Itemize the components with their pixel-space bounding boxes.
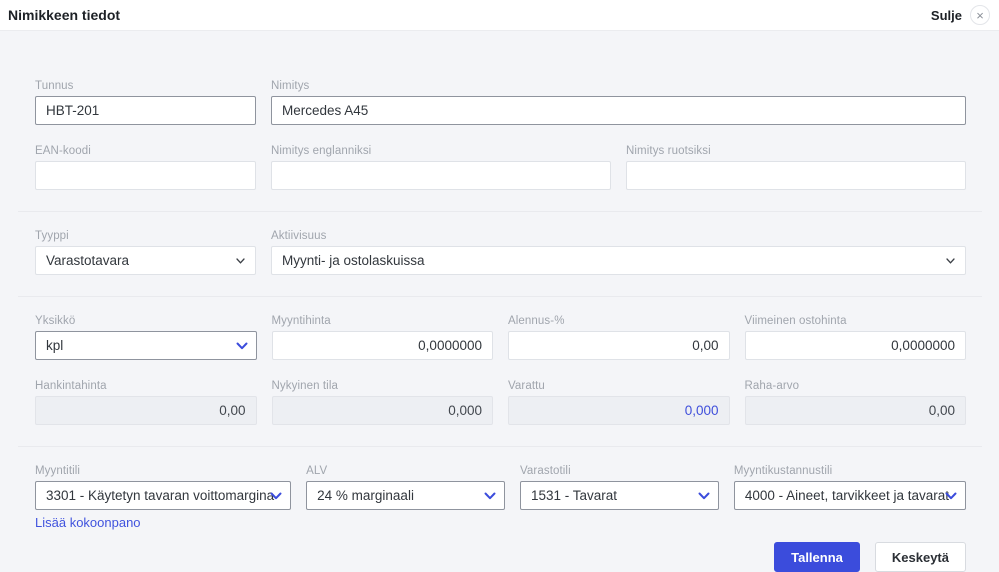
varattu-label: Varattu xyxy=(508,380,545,392)
chevron-down-icon xyxy=(236,342,248,350)
nimitys-ruotsiksi-label: Nimitys ruotsiksi xyxy=(626,145,711,157)
add-assembly-link[interactable]: Lisää kokoonpano xyxy=(35,515,141,530)
myyntikustannustili-select[interactable]: 4000 - Aineet, tarvikkeet ja tavarat xyxy=(733,481,966,510)
tyyppi-select[interactable]: Varastotavara xyxy=(35,246,256,275)
chevron-down-icon xyxy=(698,492,710,500)
alv-label: ALV xyxy=(306,465,328,477)
aktiivisuus-select[interactable]: Myynti- ja ostolaskuissa xyxy=(271,246,966,275)
cancel-button[interactable]: Keskeytä xyxy=(874,542,966,572)
yksikko-select[interactable]: kpl xyxy=(35,331,257,360)
varastotili-select[interactable]: 1531 - Tavarat xyxy=(520,481,719,510)
tyyppi-selected-value: Varastotavara xyxy=(46,253,130,268)
field-ean-koodi: EAN-koodi xyxy=(35,145,256,190)
myyntikustannustili-label: Myyntikustannustili xyxy=(733,465,833,477)
chevron-down-icon xyxy=(236,257,245,264)
field-varastotili: Varastotili 1531 - Tavarat xyxy=(520,465,719,510)
field-nykyinen-tila: Nykyinen tila xyxy=(271,380,493,425)
tyyppi-label: Tyyppi xyxy=(35,230,69,242)
ean-koodi-label: EAN-koodi xyxy=(35,145,91,157)
myyntitili-select[interactable]: 3301 - Käytetyn tavaran voittomargina xyxy=(35,481,292,510)
raha-arvo-label: Raha-arvo xyxy=(744,380,800,392)
row-names: EAN-koodi Nimitys englanniksi Nimitys ru… xyxy=(35,145,966,190)
field-hankintahinta: Hankintahinta xyxy=(35,380,257,425)
viimeinen-ostohinta-label: Viimeinen ostohinta xyxy=(744,315,847,327)
dialog-body: Tunnus Nimitys EAN-koodi Nimitys englann… xyxy=(0,31,999,572)
hankintahinta-label: Hankintahinta xyxy=(35,380,107,392)
section-divider-1 xyxy=(18,211,982,212)
nimitys-ruotsiksi-input[interactable] xyxy=(626,161,966,190)
field-myyntitili: Myyntitili 3301 - Käytetyn tavaran voitt… xyxy=(35,465,292,510)
yksikko-label: Yksikkö xyxy=(35,315,76,327)
varastotili-label: Varastotili xyxy=(520,465,571,477)
field-alennus-pct: Alennus-% xyxy=(508,315,730,360)
ean-koodi-input[interactable] xyxy=(35,161,256,190)
row-type-activity: Tyyppi Varastotavara Aktiivisuus Myynti-… xyxy=(35,230,966,275)
varattu-input[interactable] xyxy=(508,396,730,425)
field-nimitys-englanniksi: Nimitys englanniksi xyxy=(271,145,611,190)
footer-actions: Tallenna Keskeytä xyxy=(35,542,966,572)
nimitys-label: Nimitys xyxy=(271,80,310,92)
field-varattu: Varattu xyxy=(508,380,730,425)
row-identity: Tunnus Nimitys xyxy=(35,80,966,125)
field-myyntikustannustili: Myyntikustannustili 4000 - Aineet, tarvi… xyxy=(733,465,966,510)
row-accounts: Myyntitili 3301 - Käytetyn tavaran voitt… xyxy=(35,465,966,510)
tunnus-label: Tunnus xyxy=(35,80,74,92)
varastotili-selected-value: 1531 - Tavarat xyxy=(531,488,618,503)
myyntitili-selected-value: 3301 - Käytetyn tavaran voittomargina xyxy=(46,488,275,503)
alv-selected-value: 24 % marginaali xyxy=(317,488,414,503)
alennus-pct-label: Alennus-% xyxy=(508,315,565,327)
alennus-pct-input[interactable] xyxy=(508,331,730,360)
field-aktiivisuus: Aktiivisuus Myynti- ja ostolaskuissa xyxy=(271,230,966,275)
nykyinen-tila-input xyxy=(271,396,493,425)
close-button-label[interactable]: Sulje xyxy=(931,8,962,23)
myyntihinta-label: Myyntihinta xyxy=(271,315,331,327)
item-details-dialog: Nimikkeen tiedot Sulje × Tunnus Nimitys … xyxy=(0,0,999,572)
field-nimitys: Nimitys xyxy=(271,80,966,125)
aktiivisuus-selected-value: Myynti- ja ostolaskuissa xyxy=(282,253,425,268)
field-alv: ALV 24 % marginaali xyxy=(306,465,505,510)
section-divider-2 xyxy=(18,296,982,297)
myyntitili-label: Myyntitili xyxy=(35,465,81,477)
myyntikustannustili-selected-value: 4000 - Aineet, tarvikkeet ja tavarat xyxy=(744,488,949,503)
field-tunnus: Tunnus xyxy=(35,80,256,125)
chevron-down-icon xyxy=(945,492,957,500)
viimeinen-ostohinta-input[interactable] xyxy=(744,331,966,360)
save-button[interactable]: Tallenna xyxy=(774,542,860,572)
field-myyntihinta: Myyntihinta xyxy=(271,315,493,360)
chevron-down-icon xyxy=(270,492,282,500)
row-prices: Yksikkö kpl Myyntihinta Alennus-% Viimei… xyxy=(35,315,966,360)
field-raha-arvo: Raha-arvo xyxy=(744,380,966,425)
field-nimitys-ruotsiksi: Nimitys ruotsiksi xyxy=(626,145,966,190)
dialog-header: Nimikkeen tiedot Sulje × xyxy=(0,0,999,31)
field-viimeinen-ostohinta: Viimeinen ostohinta xyxy=(744,315,966,360)
tunnus-input[interactable] xyxy=(35,96,256,125)
nimitys-englanniksi-label: Nimitys englanniksi xyxy=(271,145,372,157)
nimitys-input[interactable] xyxy=(271,96,966,125)
nykyinen-tila-label: Nykyinen tila xyxy=(271,380,338,392)
close-icon[interactable]: × xyxy=(970,5,990,25)
chevron-down-icon xyxy=(946,257,955,264)
alv-select[interactable]: 24 % marginaali xyxy=(306,481,505,510)
row-stock: Hankintahinta Nykyinen tila Varattu Raha… xyxy=(35,380,966,425)
nimitys-englanniksi-input[interactable] xyxy=(271,161,611,190)
section-divider-3 xyxy=(18,446,982,447)
chevron-down-icon xyxy=(484,492,496,500)
hankintahinta-input xyxy=(35,396,257,425)
yksikko-selected-value: kpl xyxy=(46,338,64,353)
page-title: Nimikkeen tiedot xyxy=(8,7,121,23)
aktiivisuus-label: Aktiivisuus xyxy=(271,230,327,242)
myyntihinta-input[interactable] xyxy=(271,331,493,360)
field-tyyppi: Tyyppi Varastotavara xyxy=(35,230,256,275)
raha-arvo-input xyxy=(744,396,966,425)
field-yksikko: Yksikkö kpl xyxy=(35,315,257,360)
